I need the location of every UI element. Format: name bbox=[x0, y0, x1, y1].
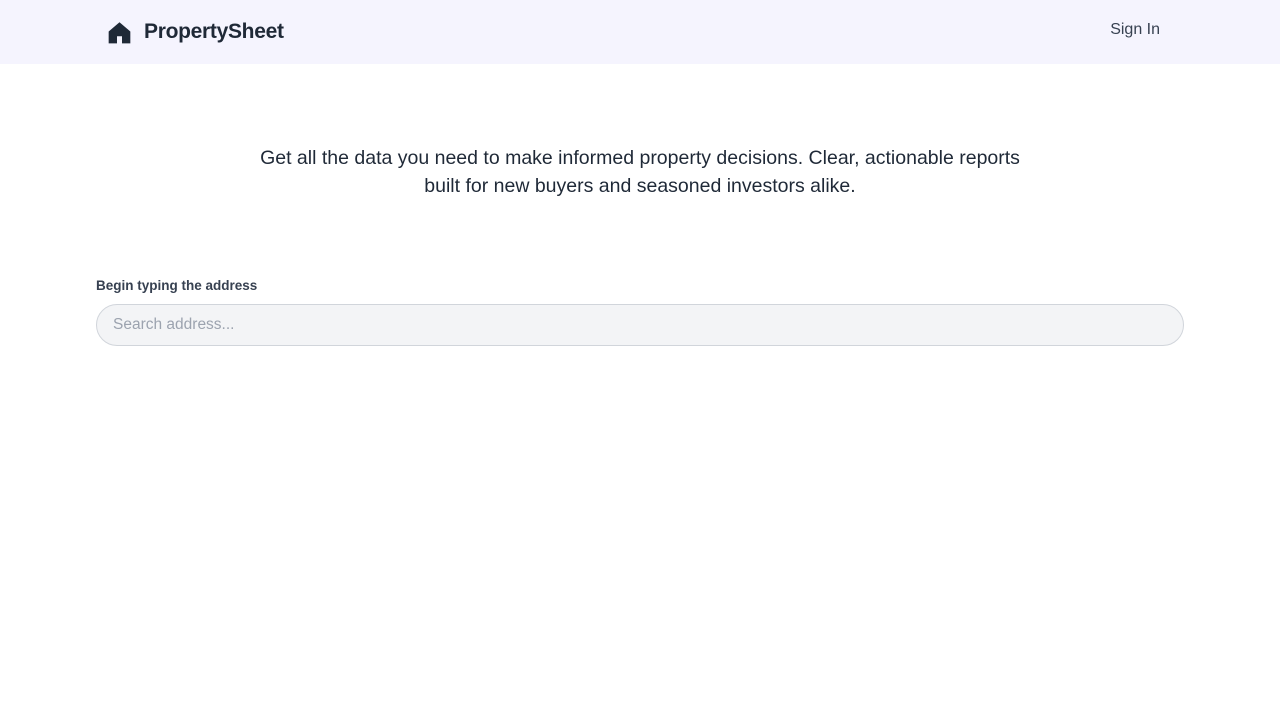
address-search-section: Begin typing the address bbox=[96, 277, 1184, 346]
brand-name: PropertySheet bbox=[144, 20, 284, 43]
brand-logo-link[interactable]: PropertySheet bbox=[107, 19, 284, 45]
top-nav-bar: PropertySheet Sign In bbox=[0, 0, 1280, 64]
sign-in-link[interactable]: Sign In bbox=[1110, 21, 1160, 39]
address-search-input[interactable] bbox=[96, 304, 1184, 346]
house-icon bbox=[108, 21, 131, 43]
search-label: Begin typing the address bbox=[96, 278, 258, 293]
hero-tagline: Get all the data you need to make inform… bbox=[260, 147, 1020, 197]
